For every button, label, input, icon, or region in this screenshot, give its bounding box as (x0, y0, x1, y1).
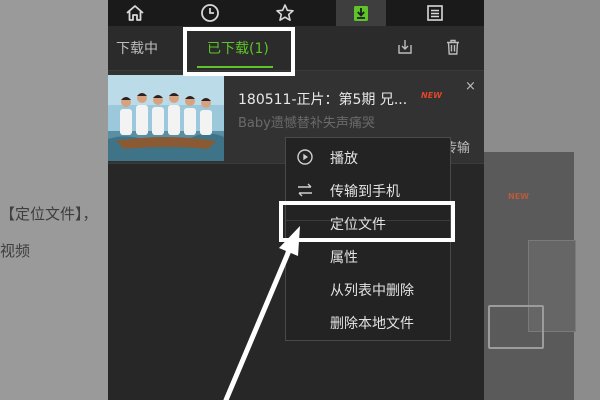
menu-item-label: 传输到手机 (330, 184, 400, 200)
background-new-badge: NEW (508, 192, 529, 201)
play-icon (297, 149, 313, 165)
video-title: 180511-正片：第5期 兄... (238, 92, 408, 108)
menu-item-label: 从列表中删除 (330, 283, 414, 299)
video-thumbnail (108, 75, 224, 161)
transfer-arrows-icon (298, 183, 312, 197)
clock-icon (201, 4, 219, 22)
save-to-device-icon[interactable] (396, 38, 414, 56)
nav-downloads-button[interactable] (336, 0, 386, 26)
menu-item-delete-local-file[interactable]: 删除本地文件 (286, 305, 450, 338)
close-icon[interactable]: × (465, 79, 476, 94)
background-page (0, 0, 108, 400)
menu-item-play[interactable]: 播放 (286, 140, 450, 173)
nav-favorites-button[interactable] (260, 0, 310, 26)
background-box-outline (488, 305, 544, 349)
home-icon (126, 5, 144, 21)
download-icon (354, 6, 368, 21)
download-tabs: 下载中 已下载(1) (108, 26, 484, 71)
menu-item-label: 播放 (330, 151, 358, 167)
background-text: 视频 (0, 242, 31, 260)
nav-home-button[interactable] (110, 0, 160, 26)
menu-item-properties[interactable]: 属性 (286, 239, 450, 272)
highlight-box-downloaded-tab (183, 27, 295, 76)
tab-downloading[interactable]: 下载中 (116, 38, 158, 58)
new-badge: NEW (421, 91, 442, 100)
menu-item-label: 属性 (330, 250, 358, 266)
menu-item-label: 删除本地文件 (330, 316, 414, 332)
video-subtitle: Baby遗憾替补失声痛哭 (238, 116, 375, 131)
trash-icon[interactable] (444, 38, 462, 56)
menu-item-remove-from-list[interactable]: 从列表中删除 (286, 272, 450, 305)
nav-history-button[interactable] (185, 0, 235, 26)
star-icon (276, 4, 294, 21)
top-nav (108, 0, 484, 26)
highlight-box-locate-file (279, 201, 455, 242)
nav-list-button[interactable] (410, 0, 460, 26)
background-text: 【定位文件】， (0, 205, 98, 223)
list-icon (427, 5, 443, 21)
